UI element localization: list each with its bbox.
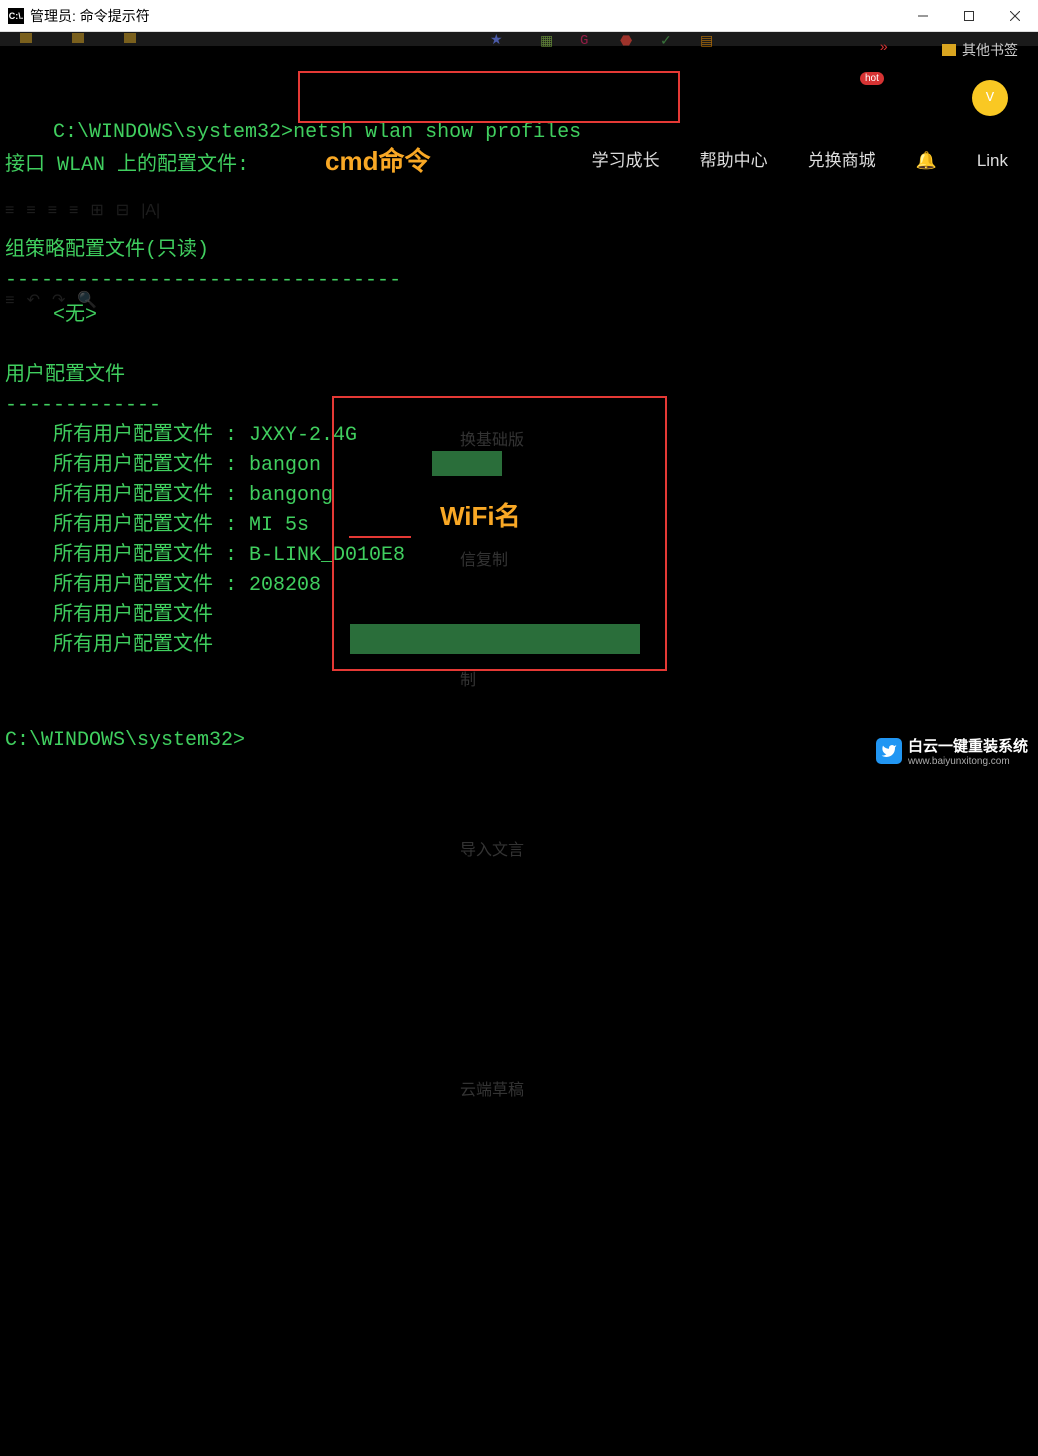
minimize-button[interactable] — [900, 0, 946, 32]
bell-icon: 🔔 — [916, 146, 937, 176]
bg-format-toolbar: ≡≡≡≡⊞⊟|A| — [5, 196, 160, 226]
watermark-url: www.baiyunxitong.com — [908, 756, 1028, 767]
profile-row: 所有用户配置文件 : bangong — [5, 481, 333, 511]
wifi-name: 208208 — [249, 574, 321, 597]
overflow-arrow: » — [880, 40, 888, 56]
link-avatar: V — [972, 80, 1008, 116]
watermark-icon — [876, 738, 902, 764]
wifi-name: bangon — [249, 454, 321, 477]
prompt: C:\WINDOWS\system32> — [5, 726, 245, 756]
bg-side-panel: 换基础版 信复制 制 导入文言 云端草稿 — [460, 366, 524, 1196]
profile-row: 所有用户配置文件 : B-LINK_D010E8 — [5, 541, 405, 571]
cmd-icon: C:\. — [8, 8, 24, 24]
user-profile-header: 用户配置文件 — [5, 361, 125, 391]
bg-nav-item: 学习成长 — [592, 146, 660, 176]
group-policy-header: 组策略配置文件(只读) — [5, 236, 209, 266]
profile-row: 所有用户配置文件 : JXXY-2.4G — [5, 421, 357, 451]
hot-badge: hot — [860, 72, 884, 85]
profile-row: 所有用户配置文件 : 208208 — [5, 571, 321, 601]
bg-nav-item: 兑换商城 — [808, 146, 876, 176]
wifi-name: MI 5s — [249, 514, 309, 537]
watermark: 白云一键重装系统 www.baiyunxitong.com — [876, 735, 1028, 767]
wifi-name: bangong — [249, 484, 333, 507]
censor-block — [432, 451, 502, 476]
highlight-underline — [349, 536, 411, 538]
folder-icon — [942, 44, 956, 56]
censor-block — [350, 624, 640, 654]
maximize-button[interactable] — [946, 0, 992, 32]
profile-row: 所有用户配置文件 : MI 5s — [5, 511, 309, 541]
bg-nav-link: Link — [977, 146, 1008, 176]
divider: --------------------------------- — [5, 266, 401, 296]
interface-header: 接口 WLAN 上的配置文件: — [5, 151, 249, 181]
bg-nav-item: 帮助中心 — [700, 146, 768, 176]
bg-bookmark-row — [20, 33, 136, 43]
none-value: <无> — [5, 301, 97, 331]
watermark-title: 白云一键重装系统 — [908, 735, 1028, 756]
wifi-name: JXXY-2.4G — [249, 424, 357, 447]
wifi-name: B-LINK_D010E8 — [249, 544, 405, 567]
annotation-cmd: cmd命令 — [325, 146, 430, 176]
annotation-wifi: WiFi名 — [440, 501, 521, 531]
other-bookmarks: 其他书签 — [942, 40, 1018, 60]
command-text: netsh wlan show profiles — [293, 121, 581, 144]
bg-extension-icons: ▦ G ⬣ ✓ ▤ — [540, 33, 720, 53]
divider: ------------- — [5, 391, 161, 421]
window-title: 管理员: 命令提示符 — [30, 6, 150, 26]
profile-row: 所有用户配置文件 : bangon — [5, 451, 321, 481]
terminal-output[interactable]: 学习成长 帮助中心 兑换商城 🔔 Link ≡≡≡≡⊞⊟|A| ≡↶↷🔍 换基础… — [0, 46, 1038, 775]
window-titlebar: C:\. 管理员: 命令提示符 — [0, 0, 1038, 32]
profile-row: 所有用户配置文件 — [5, 631, 213, 661]
prompt: C:\WINDOWS\system32> — [53, 121, 293, 144]
window-controls — [900, 0, 1038, 32]
profile-row: 所有用户配置文件 — [5, 601, 213, 631]
bg-nav-right: 学习成长 帮助中心 兑换商城 🔔 Link — [592, 146, 1008, 176]
close-button[interactable] — [992, 0, 1038, 32]
